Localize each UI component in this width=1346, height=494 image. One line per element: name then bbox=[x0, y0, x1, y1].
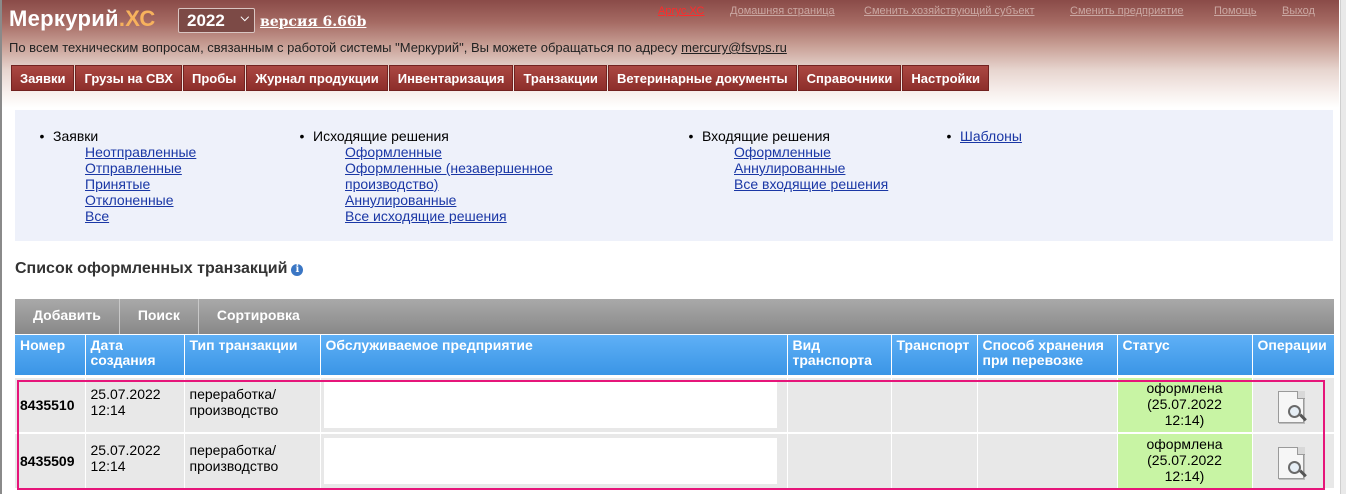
row-transport-type bbox=[787, 432, 892, 490]
col-operations: Операции bbox=[1252, 335, 1335, 378]
submenu-incoming-cancelled[interactable]: Аннулированные bbox=[734, 160, 845, 176]
nav-inventory[interactable]: Инвентаризация bbox=[388, 65, 514, 91]
submenu-outgoing-wip-cont[interactable]: производство) bbox=[345, 176, 438, 192]
submenu-outgoing-all[interactable]: Все исходящие решения bbox=[345, 208, 507, 224]
nav-samples[interactable]: Пробы bbox=[182, 65, 246, 91]
submenu-panel: • Заявки Неотправленные Отправленные Прин… bbox=[15, 110, 1333, 241]
submenu-templates-link[interactable]: Шаблоны bbox=[960, 128, 1022, 144]
submenu-requests-rejected[interactable]: Отклоненные bbox=[85, 192, 174, 208]
sort-button[interactable]: Сортировка bbox=[199, 299, 318, 334]
col-storage[interactable]: Способ хранения при перевозке bbox=[977, 335, 1118, 378]
row-number: 8435510 bbox=[15, 376, 86, 434]
link-change-entity[interactable]: Сменить хозяйствующий субъект bbox=[864, 5, 1035, 17]
table-row[interactable]: 8435509 25.07.2022 12:14 переработка/прои… bbox=[15, 432, 1335, 490]
support-email-link[interactable]: mercury@fsvps.ru bbox=[681, 40, 787, 55]
col-transaction-type[interactable]: Тип транзакции bbox=[184, 335, 321, 378]
submenu-requests-title: Заявки bbox=[53, 128, 99, 144]
row-storage bbox=[977, 432, 1118, 490]
link-argus[interactable]: Аргус.ХС bbox=[658, 5, 704, 17]
nav-directories[interactable]: Справочники bbox=[797, 65, 902, 91]
submenu-outgoing-title: Исходящие решения bbox=[313, 128, 449, 144]
transactions-table: Номер Дата создания Тип транзакции Обслуж… bbox=[15, 335, 1335, 490]
submenu-incoming-all[interactable]: Все входящие решения bbox=[734, 176, 888, 192]
add-button[interactable]: Добавить bbox=[15, 299, 120, 334]
nav-vet-documents[interactable]: Ветеринарные документы bbox=[607, 65, 797, 91]
row-operations bbox=[1252, 376, 1335, 434]
nav-product-journal[interactable]: Журнал продукции bbox=[246, 65, 388, 91]
table-row[interactable]: 8435510 25.07.2022 12:14 переработка/прои… bbox=[15, 376, 1335, 434]
main-nav: Заявки Грузы на СВХ Пробы Журнал продукц… bbox=[11, 65, 990, 91]
window-scrollbar[interactable] bbox=[1340, 0, 1346, 494]
row-enterprise bbox=[320, 376, 788, 434]
support-text: По всем техническим вопросам, связанным … bbox=[9, 40, 787, 55]
row-transport-type bbox=[787, 376, 892, 434]
nav-cargo-svh[interactable]: Грузы на СВХ bbox=[75, 65, 182, 91]
row-type: переработка/производство bbox=[184, 432, 321, 490]
row-number: 8435509 bbox=[15, 432, 86, 490]
col-transport-type[interactable]: Вид транспорта bbox=[787, 335, 892, 378]
submenu-requests-all[interactable]: Все bbox=[85, 208, 109, 224]
submenu-requests-accepted[interactable]: Принятые bbox=[85, 176, 150, 192]
submenu-requests-sent[interactable]: Отправленные bbox=[85, 160, 182, 176]
col-status[interactable]: Статус bbox=[1117, 335, 1253, 378]
col-transport[interactable]: Транспорт bbox=[891, 335, 978, 378]
submenu-incoming: • Входящие решения Оформленные Аннулирова… bbox=[688, 128, 889, 192]
row-date: 25.07.2022 12:14 bbox=[85, 432, 185, 490]
row-operations bbox=[1252, 432, 1335, 490]
view-document-icon[interactable] bbox=[1278, 391, 1308, 425]
search-button[interactable]: Поиск bbox=[120, 299, 199, 334]
status-badge: оформлена (25.07.2022 12:14) bbox=[1117, 376, 1253, 434]
submenu-outgoing: • Исходящие решения Оформленные Оформленн… bbox=[299, 128, 553, 224]
row-transport bbox=[891, 376, 978, 434]
chevron-down-icon: ⌵ bbox=[240, 12, 249, 24]
link-change-enterprise[interactable]: Сменить предприятие bbox=[1070, 5, 1184, 17]
submenu-requests: • Заявки Неотправленные Отправленные Прин… bbox=[39, 128, 197, 224]
header: Меркурий.ХС 2022 ⌵ версия 6.66b Аргус.ХС … bbox=[2, 0, 1339, 108]
year-select[interactable]: 2022 ⌵ bbox=[178, 8, 255, 33]
row-enterprise bbox=[320, 432, 788, 490]
view-document-icon[interactable] bbox=[1278, 447, 1308, 481]
col-created-date[interactable]: Дата создания bbox=[85, 335, 185, 378]
app-logo: Меркурий.ХС bbox=[9, 6, 156, 31]
info-icon[interactable]: i bbox=[291, 264, 304, 276]
submenu-outgoing-wip[interactable]: Оформленные (незавершенное bbox=[345, 160, 553, 176]
page-title: Список оформленных транзакций i bbox=[15, 260, 304, 278]
submenu-requests-unsent[interactable]: Неотправленные bbox=[85, 144, 196, 160]
nav-requests[interactable]: Заявки bbox=[11, 65, 75, 91]
col-number[interactable]: Номер bbox=[15, 335, 86, 378]
submenu-outgoing-cancelled[interactable]: Аннулированные bbox=[345, 192, 456, 208]
nav-transactions[interactable]: Транзакции bbox=[514, 65, 607, 91]
toolbar: Добавить Поиск Сортировка bbox=[15, 299, 1334, 334]
row-transport bbox=[891, 432, 978, 490]
submenu-incoming-title: Входящие решения bbox=[702, 128, 830, 144]
row-type: переработка/производство bbox=[184, 376, 321, 434]
nav-settings[interactable]: Настройки bbox=[902, 65, 990, 91]
row-date: 25.07.2022 12:14 bbox=[85, 376, 185, 434]
link-logout[interactable]: Выход bbox=[1282, 5, 1315, 17]
link-home[interactable]: Домашняя страница bbox=[730, 5, 835, 17]
row-storage bbox=[977, 376, 1118, 434]
version-link[interactable]: версия 6.66b bbox=[260, 14, 366, 30]
submenu-incoming-issued[interactable]: Оформленные bbox=[734, 144, 831, 160]
submenu-outgoing-issued[interactable]: Оформленные bbox=[345, 144, 442, 160]
link-help[interactable]: Помощь bbox=[1214, 5, 1257, 17]
col-enterprise[interactable]: Обслуживаемое предприятие bbox=[320, 335, 788, 378]
table-header-row: Номер Дата создания Тип транзакции Обслуж… bbox=[15, 335, 1335, 378]
status-badge: оформлена (25.07.2022 12:14) bbox=[1117, 432, 1253, 490]
submenu-templates: • Шаблоны bbox=[946, 128, 1022, 144]
